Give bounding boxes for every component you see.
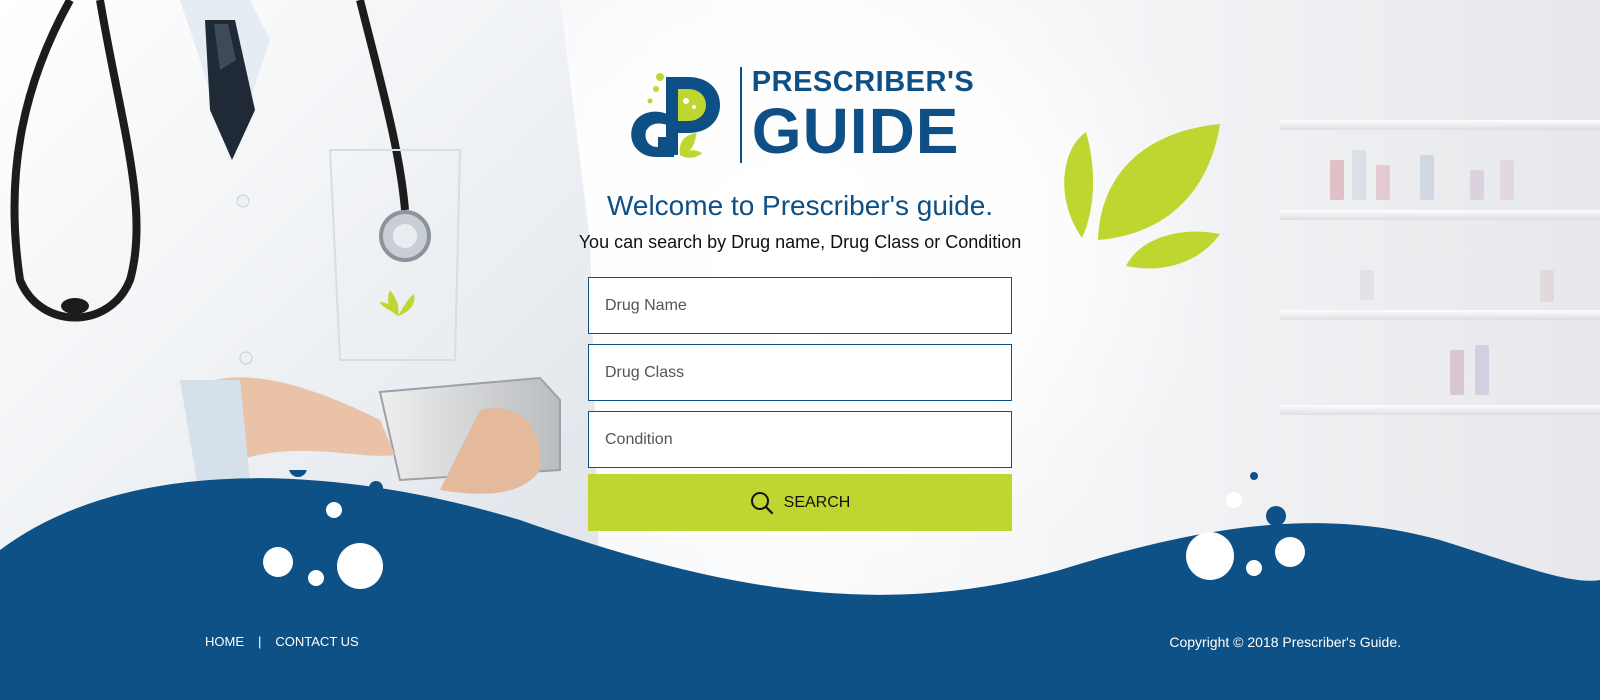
search-icon (750, 491, 773, 514)
brand-name-top: PRESCRIBER'S (751, 65, 975, 98)
welcome-heading: Welcome to Prescriber's guide. (606, 190, 994, 221)
main-content: PRESCRIBER'S GUIDE Welcome to Prescriber… (560, 60, 1040, 531)
drug-class-input[interactable] (588, 344, 1012, 401)
footer-link-home[interactable]: HOME (205, 634, 244, 649)
condition-input[interactable] (588, 411, 1012, 468)
pg-monogram-icon (631, 73, 720, 158)
search-instructions: You can search by Drug name, Drug Class … (578, 232, 1022, 252)
footer-nav: HOME | CONTACT US (205, 634, 359, 649)
decorative-leaves-icon (1064, 124, 1220, 269)
drug-name-input[interactable] (588, 277, 1012, 334)
brand-logo[interactable]: PRESCRIBER'S GUIDE (626, 60, 974, 170)
search-button[interactable]: SEARCH (588, 474, 1012, 531)
search-button-label: SEARCH (783, 493, 851, 511)
pocket-leaf-icon (380, 290, 415, 316)
footer-link-contact-us[interactable]: CONTACT US (275, 634, 358, 649)
brand-name-bottom: GUIDE (751, 94, 960, 167)
copyright-text: Copyright © 2018 Prescriber's Guide. (1169, 634, 1401, 650)
footer-separator: | (258, 634, 262, 649)
logo-divider (739, 67, 742, 163)
